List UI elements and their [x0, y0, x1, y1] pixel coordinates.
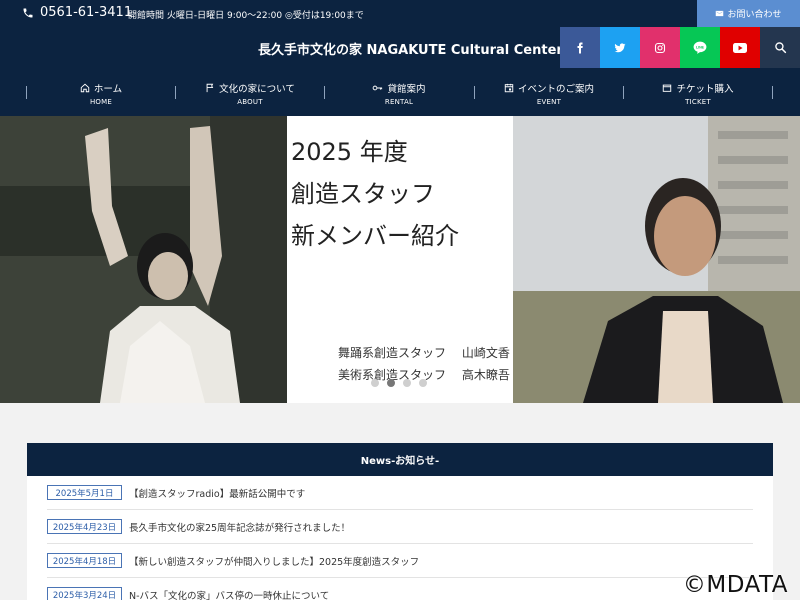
nav-sublabel: RENTAL: [384, 98, 414, 106]
slider-dot[interactable]: [371, 379, 379, 387]
nav-sublabel: ABOUT: [237, 98, 263, 106]
copyright-watermark: ©MDATA: [682, 572, 788, 598]
line-button[interactable]: LINE: [680, 27, 720, 68]
slider-dot[interactable]: [403, 379, 411, 387]
staff-name: 山崎文香: [461, 346, 510, 360]
line-icon: LINE: [693, 41, 707, 54]
nav-label: チケット購入: [676, 84, 734, 95]
hero-title: 2025 年度 創造スタッフ 新メンバー紹介: [291, 131, 459, 257]
nav-label: イベントのご案内: [517, 84, 594, 95]
twitter-button[interactable]: [600, 27, 640, 68]
svg-text:LINE: LINE: [696, 46, 705, 50]
instagram-button[interactable]: [640, 27, 680, 68]
calendar-icon: [504, 83, 514, 93]
artist-photo: [513, 116, 800, 403]
nav-item-event[interactable]: イベントのご案内 EVENT: [475, 68, 623, 116]
news-date-badge: 2025年4月18日: [47, 553, 122, 568]
hero-title-line: 新メンバー紹介: [291, 222, 459, 250]
news-section: News-お知らせ- 2025年5月1日 【創造スタッフradio】最新話公開中…: [27, 443, 773, 600]
instagram-icon: [654, 42, 666, 53]
nav-sublabel: EVENT: [536, 98, 562, 106]
phone-number: 0561-61-3411: [40, 5, 133, 20]
news-item[interactable]: 2025年4月23日 長久手市文化の家25周年記念誌が発行されました！: [47, 510, 753, 544]
youtube-button[interactable]: [720, 27, 760, 68]
main-nav: ホーム HOME 文化の家について ABOUT 貸館案内 RENTAL イベント…: [0, 68, 800, 116]
mail-icon: [716, 10, 724, 17]
slider-dots: [371, 379, 427, 387]
staff-row: 舞踊系創造スタッフ 山崎文香: [338, 342, 510, 364]
search-button[interactable]: [760, 27, 800, 68]
top-info-bar: 0561-61-3411 開館時間 火曜日-日曜日 9:00〜22:00 ◎受付…: [0, 0, 800, 27]
opening-hours: 開館時間 火曜日-日曜日 9:00〜22:00 ◎受付は19:00まで: [128, 11, 364, 21]
dancer-photo: [0, 116, 287, 403]
news-date-badge: 2025年3月24日: [47, 587, 122, 600]
slider-dot-active[interactable]: [387, 379, 395, 387]
social-links: LINE: [560, 27, 800, 68]
contact-label: お問い合わせ: [727, 10, 782, 20]
news-heading: News-お知らせ-: [27, 443, 773, 476]
ticket-icon: [663, 84, 672, 92]
nav-sublabel: TICKET: [685, 98, 711, 106]
nav-sublabel: HOME: [89, 98, 113, 106]
news-item[interactable]: 2025年4月18日 【新しい創造スタッフが仲間入りしました】2025年度創造ス…: [47, 544, 753, 578]
site-header: 長久手市文化の家 NAGAKUTE Cultural Center LINE: [0, 27, 800, 68]
contact-button[interactable]: お問い合わせ: [697, 0, 800, 27]
nav-item-about[interactable]: 文化の家について ABOUT: [176, 68, 324, 116]
news-list: 2025年5月1日 【創造スタッフradio】最新話公開中です 2025年4月2…: [27, 476, 773, 600]
search-icon: [774, 42, 786, 54]
phone-link[interactable]: 0561-61-3411: [22, 5, 132, 20]
news-item[interactable]: 2025年5月1日 【創造スタッフradio】最新話公開中です: [47, 476, 753, 510]
nav-label: 文化の家について: [219, 84, 295, 95]
nav-item-rental[interactable]: 貸館案内 RENTAL: [325, 68, 473, 116]
news-link[interactable]: 【新しい創造スタッフが仲間入りしました】2025年度創造スタッフ: [129, 554, 419, 568]
nav-item-home[interactable]: ホーム HOME: [27, 68, 175, 116]
hero-slider[interactable]: 2025 年度 創造スタッフ 新メンバー紹介 舞踊系創造スタッフ 山崎文香 美術…: [0, 116, 800, 403]
home-icon: [80, 83, 90, 93]
youtube-icon: [733, 42, 747, 53]
news-item[interactable]: 2025年3月24日 N-バス「文化の家」バス停の一時休止について: [47, 578, 753, 600]
news-date-badge: 2025年4月23日: [47, 519, 122, 534]
news-link[interactable]: 長久手市文化の家25周年記念誌が発行されました！: [129, 520, 350, 534]
site-title[interactable]: 長久手市文化の家 NAGAKUTE Cultural Center: [258, 39, 563, 58]
flag-icon: [206, 83, 214, 93]
news-link[interactable]: 【創造スタッフradio】最新話公開中です: [129, 486, 305, 500]
facebook-button[interactable]: [560, 27, 600, 68]
facebook-icon: [577, 42, 583, 53]
hero-title-line: 2025 年度: [291, 138, 408, 166]
key-icon: [373, 85, 383, 91]
twitter-icon: [614, 42, 626, 52]
news-link[interactable]: N-バス「文化の家」バス停の一時休止について: [129, 588, 329, 600]
hero-title-line: 創造スタッフ: [291, 180, 435, 208]
nav-label: 貸館案内: [387, 84, 426, 95]
slider-dot[interactable]: [419, 379, 427, 387]
staff-name: 高木瞭吾: [461, 368, 510, 382]
staff-role: 舞踊系創造スタッフ: [338, 346, 447, 360]
news-date-badge: 2025年5月1日: [47, 485, 122, 500]
phone-icon: [23, 8, 33, 17]
nav-separator: [772, 86, 773, 99]
nav-label: ホーム: [93, 84, 123, 95]
nav-item-ticket[interactable]: チケット購入 TICKET: [624, 68, 772, 116]
